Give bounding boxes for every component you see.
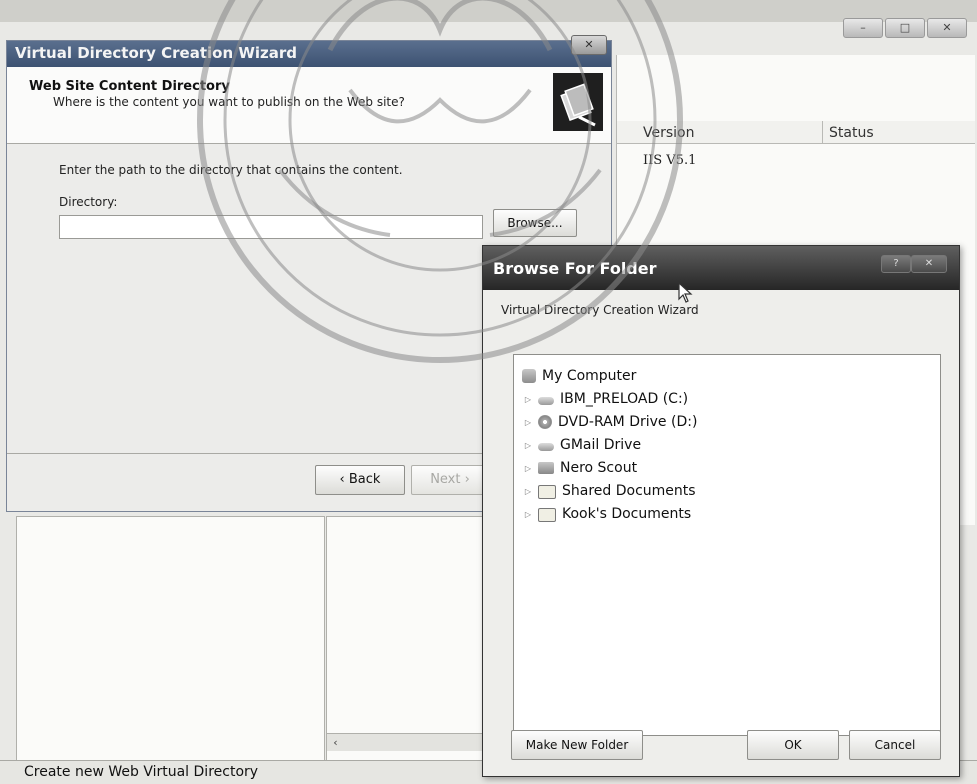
next-button[interactable]: Next ›: [411, 465, 489, 495]
tree-item-shared-documents[interactable]: ▷ Shared Documents: [522, 480, 696, 502]
list-header: Version Status: [617, 121, 975, 144]
mouse-cursor-icon: [678, 281, 694, 308]
lower-left-pane: [16, 516, 325, 762]
computer-icon: [522, 369, 536, 383]
wizard-title: Virtual Directory Creation Wizard: [15, 44, 298, 62]
tree-item-ibm-preload[interactable]: ▷ IBM_PRELOAD (C:): [522, 388, 688, 410]
expand-arrow-icon[interactable]: ▷: [522, 441, 534, 450]
browse-for-folder-dialog: Browse For Folder ? ✕ Virtual Directory …: [482, 245, 960, 777]
tree-item-gmail-drive[interactable]: ▷ GMail Drive: [522, 434, 641, 456]
directory-input[interactable]: [59, 215, 483, 239]
window-top-strip: [0, 0, 977, 22]
make-new-folder-button[interactable]: Make New Folder: [511, 730, 643, 760]
horizontal-scrollbar[interactable]: ‹: [327, 733, 487, 751]
tree-item-label: Shared Documents: [562, 483, 696, 499]
dialog-title: Browse For Folder: [493, 259, 657, 278]
list-cell-version[interactable]: IIS V5.1: [643, 153, 696, 168]
window-controls: – □ ✕: [843, 18, 967, 38]
dialog-title-bar[interactable]: Browse For Folder ? ✕: [483, 246, 959, 290]
tree-item-nero-scout[interactable]: ▷ Nero Scout: [522, 457, 637, 479]
wizard-close-icon[interactable]: ✕: [571, 35, 607, 55]
folder-icon: [538, 508, 556, 522]
hard-drive-icon: [538, 442, 554, 451]
tree-item-label: GMail Drive: [560, 437, 642, 453]
minimize-button[interactable]: –: [843, 18, 883, 38]
dialog-description: Virtual Directory Creation Wizard: [501, 303, 699, 317]
expand-arrow-icon[interactable]: ▷: [522, 418, 534, 427]
lower-middle-pane: ‹: [326, 516, 488, 762]
folder-tree[interactable]: My Computer ▷ IBM_PRELOAD (C:) ▷ DVD-RAM…: [513, 354, 941, 736]
hard-drive-icon: [538, 396, 554, 405]
tree-item-my-computer[interactable]: My Computer: [522, 365, 636, 387]
ok-button[interactable]: OK: [747, 730, 839, 760]
wizard-title-bar[interactable]: Virtual Directory Creation Wizard: [7, 41, 611, 67]
tree-item-label: IBM_PRELOAD (C:): [560, 391, 689, 407]
expand-arrow-icon[interactable]: ▷: [522, 510, 534, 519]
browse-button[interactable]: Browse...: [493, 209, 577, 237]
close-window-button[interactable]: ✕: [927, 18, 967, 38]
tree-item-kooks-documents[interactable]: ▷ Kook's Documents: [522, 503, 691, 525]
maximize-button[interactable]: □: [885, 18, 925, 38]
nero-scout-icon: [538, 462, 554, 474]
column-header-version[interactable]: Version: [637, 121, 823, 143]
folder-icon: [538, 485, 556, 499]
help-icon[interactable]: ?: [881, 255, 911, 273]
wizard-header-subtitle: Where is the content you want to publish…: [53, 95, 405, 109]
tree-item-dvd-ram-drive[interactable]: ▷ DVD-RAM Drive (D:): [522, 411, 697, 433]
tree-item-label: DVD-RAM Drive (D:): [558, 414, 698, 430]
directory-instruction: Enter the path to the directory that con…: [59, 163, 403, 177]
dvd-drive-icon: [538, 415, 552, 429]
tree-item-label: My Computer: [542, 368, 637, 384]
expand-arrow-icon[interactable]: ▷: [522, 395, 534, 404]
scroll-left-arrow-icon[interactable]: ‹: [327, 734, 344, 751]
wizard-book-icon: [553, 73, 603, 131]
cancel-button[interactable]: Cancel: [849, 730, 941, 760]
expand-arrow-icon[interactable]: ▷: [522, 487, 534, 496]
wizard-header: Web Site Content Directory Where is the …: [7, 67, 611, 144]
status-text: Create new Web Virtual Directory: [24, 764, 259, 780]
dialog-close-icon[interactable]: ✕: [911, 255, 947, 273]
column-header-status[interactable]: Status: [823, 121, 975, 143]
expand-arrow-icon[interactable]: ▷: [522, 464, 534, 473]
tree-item-label: Kook's Documents: [562, 506, 692, 522]
wizard-header-title: Web Site Content Directory: [29, 79, 230, 94]
directory-label: Directory:: [59, 195, 118, 209]
back-button[interactable]: ‹ Back: [315, 465, 405, 495]
tree-item-label: Nero Scout: [560, 460, 638, 476]
